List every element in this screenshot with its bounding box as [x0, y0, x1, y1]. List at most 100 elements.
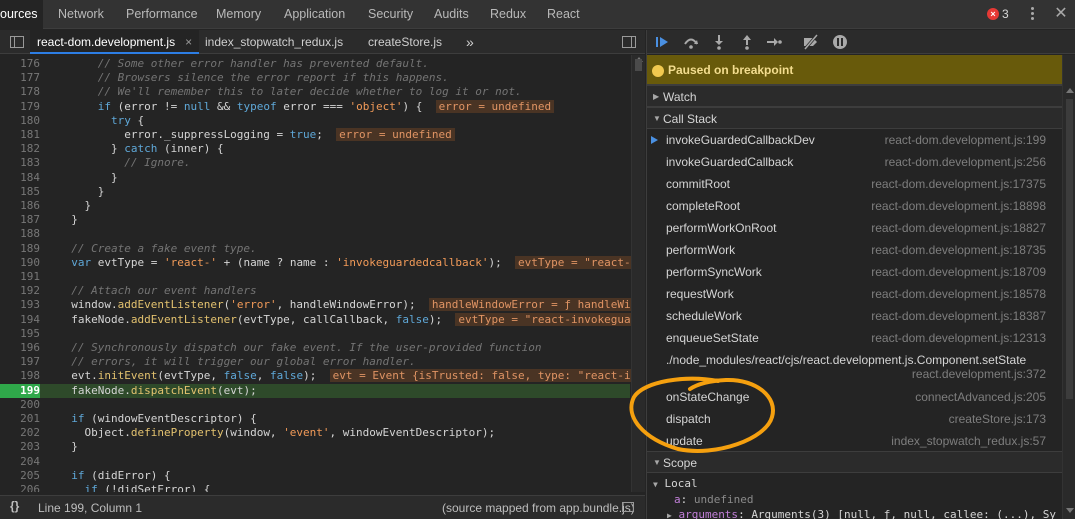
code-line[interactable]: 193 window.addEventListener('error', han…: [0, 298, 641, 312]
code-line[interactable]: 186 }: [0, 199, 630, 213]
source-map-link[interactable]: (source mapped from app.bundle.js): [442, 501, 635, 515]
more-options-icon[interactable]: [1028, 7, 1036, 22]
frame-location[interactable]: react-dom.development.js:17375: [871, 173, 1046, 195]
call-stack-frame[interactable]: scheduleWork react-dom.development.js:183…: [647, 305, 1062, 327]
code-line[interactable]: 182 } catch (inner) {: [0, 142, 630, 156]
step-into-icon[interactable]: [710, 33, 728, 51]
tab-application[interactable]: Application: [284, 0, 345, 29]
code-line[interactable]: 176 // Some other error handler has prev…: [0, 57, 630, 71]
code-line[interactable]: 189 // Create a fake event type.: [0, 242, 630, 256]
pause-on-exceptions-icon[interactable]: [831, 33, 849, 51]
call-stack-frame[interactable]: performWork react-dom.development.js:1873…: [647, 239, 1062, 261]
tab-audits[interactable]: Audits: [434, 0, 469, 29]
tab-network[interactable]: Network: [58, 0, 104, 29]
line-number[interactable]: 196: [0, 341, 40, 355]
code-line[interactable]: 177 // Browsers silence the error report…: [0, 71, 630, 85]
call-stack-frame[interactable]: performSyncWork react-dom.development.js:…: [647, 261, 1062, 283]
code-line[interactable]: 202 Object.defineProperty(window, 'event…: [0, 426, 630, 440]
call-stack-frame[interactable]: enqueueSetState react-dom.development.js:…: [647, 327, 1062, 349]
line-number[interactable]: 193: [0, 298, 40, 312]
error-count-badge[interactable]: × 3: [987, 6, 1011, 23]
code-line[interactable]: 185 }: [0, 185, 630, 199]
file-tab-react-dom[interactable]: react-dom.development.js ×: [30, 30, 200, 54]
line-number[interactable]: 195: [0, 327, 40, 341]
call-stack-frame[interactable]: dispatch createStore.js:173: [647, 408, 1062, 430]
tab-redux[interactable]: Redux: [490, 0, 526, 29]
code-line[interactable]: 195: [0, 327, 630, 341]
frame-location[interactable]: react-dom.development.js:18735: [871, 239, 1046, 261]
toggle-debugger-icon[interactable]: [622, 36, 636, 48]
line-number[interactable]: 189: [0, 242, 40, 256]
more-tabs-icon[interactable]: »: [466, 30, 474, 54]
line-number[interactable]: 205: [0, 469, 40, 483]
line-number[interactable]: 183: [0, 156, 40, 170]
call-stack-frame[interactable]: update index_stopwatch_redux.js:57: [647, 430, 1062, 452]
frame-location[interactable]: react-dom.development.js:18827: [871, 217, 1046, 239]
frame-location[interactable]: react-dom.development.js:18898: [871, 195, 1046, 217]
tab-memory[interactable]: Memory: [216, 0, 261, 29]
frame-location[interactable]: react-dom.development.js:18387: [871, 305, 1046, 327]
call-stack-frame[interactable]: onStateChange connectAdvanced.js:205: [647, 386, 1062, 408]
scroll-thumb[interactable]: [635, 59, 642, 71]
code-line[interactable]: 200: [0, 398, 630, 412]
code-line[interactable]: 204: [0, 455, 630, 469]
scope-section-header[interactable]: ▼ Scope: [647, 451, 1075, 473]
close-devtools-icon[interactable]: ✕: [1052, 4, 1070, 24]
line-number[interactable]: 204: [0, 455, 40, 469]
code-line[interactable]: 178 // We'll remember this to later deci…: [0, 85, 630, 99]
line-number[interactable]: 190: [0, 256, 40, 270]
tab-sources[interactable]: ources: [0, 0, 43, 29]
code-line[interactable]: 183 // Ignore.: [0, 156, 630, 170]
deactivate-breakpoints-icon[interactable]: [802, 33, 820, 51]
toggle-navigator-icon[interactable]: [10, 36, 24, 48]
line-number[interactable]: 199: [0, 383, 40, 398]
line-number[interactable]: 182: [0, 142, 40, 156]
code-line[interactable]: 190 var evtType = 'react-' + (name ? nam…: [0, 255, 641, 270]
pretty-print-icon[interactable]: {}: [10, 499, 19, 513]
current-code-line[interactable]: 199 fakeNode.dispatchEvent(evt);: [0, 383, 630, 398]
scroll-thumb[interactable]: [1066, 99, 1073, 399]
line-number[interactable]: 197: [0, 355, 40, 369]
line-number[interactable]: 198: [0, 369, 40, 383]
line-number[interactable]: 194: [0, 313, 40, 327]
resume-icon[interactable]: [653, 33, 671, 51]
code-line[interactable]: 205 if (didError) {: [0, 469, 630, 483]
code-line[interactable]: 201 if (windowEventDescriptor) {: [0, 412, 630, 426]
step-icon[interactable]: [765, 33, 783, 51]
sidebar-scrollbar[interactable]: [1062, 55, 1075, 519]
scroll-up-icon[interactable]: [1066, 88, 1074, 93]
line-number[interactable]: 178: [0, 85, 40, 99]
code-line[interactable]: 191: [0, 270, 630, 284]
code-line[interactable]: 194 fakeNode.addEventListener(evtType, c…: [0, 312, 634, 327]
tab-performance[interactable]: Performance: [126, 0, 198, 29]
frame-location[interactable]: createStore.js:173: [949, 408, 1046, 430]
scope-var-arguments[interactable]: ▶ arguments: Arguments(3) [null, ƒ, null…: [667, 507, 1056, 519]
code-line[interactable]: 187 }: [0, 213, 630, 227]
code-line[interactable]: 196 // Synchronously dispatch our fake e…: [0, 341, 630, 355]
call-stack-frame[interactable]: invokeGuardedCallback react-dom.developme…: [647, 151, 1062, 173]
call-stack-frame[interactable]: commitRoot react-dom.development.js:17375: [647, 173, 1062, 195]
scope-var-a[interactable]: a: undefined: [674, 492, 753, 507]
code-line[interactable]: 184 }: [0, 171, 630, 185]
close-tab-icon[interactable]: ×: [185, 35, 192, 49]
code-line[interactable]: 180 try {: [0, 114, 630, 128]
line-number[interactable]: 187: [0, 213, 40, 227]
call-stack-frame[interactable]: requestWork react-dom.development.js:1857…: [647, 283, 1062, 305]
frame-location[interactable]: react.development.js:372: [912, 363, 1046, 385]
frame-location[interactable]: react-dom.development.js:18709: [871, 261, 1046, 283]
watch-section-header[interactable]: ▶ Watch: [647, 85, 1075, 107]
line-number[interactable]: 200: [0, 398, 40, 412]
line-number[interactable]: 177: [0, 71, 40, 85]
file-tab-createstore[interactable]: createStore.js: [368, 30, 442, 54]
frame-location[interactable]: index_stopwatch_redux.js:57: [891, 430, 1046, 452]
frame-location[interactable]: react-dom.development.js:18578: [871, 283, 1046, 305]
code-editor[interactable]: 176 // Some other error handler has prev…: [0, 55, 645, 492]
call-stack-frame[interactable]: invokeGuardedCallbackDev react-dom.develo…: [647, 129, 1062, 151]
call-stack-section-header[interactable]: ▼ Call Stack: [647, 107, 1075, 129]
code-line[interactable]: 206 if (!didSetError) {: [0, 483, 630, 492]
editor-scrollbar[interactable]: [631, 55, 645, 492]
line-number[interactable]: 203: [0, 440, 40, 454]
scope-local-header[interactable]: ▼ Local: [653, 476, 698, 491]
call-stack-frame[interactable]: performWorkOnRoot react-dom.development.j…: [647, 217, 1062, 239]
line-number[interactable]: 181: [0, 128, 40, 142]
